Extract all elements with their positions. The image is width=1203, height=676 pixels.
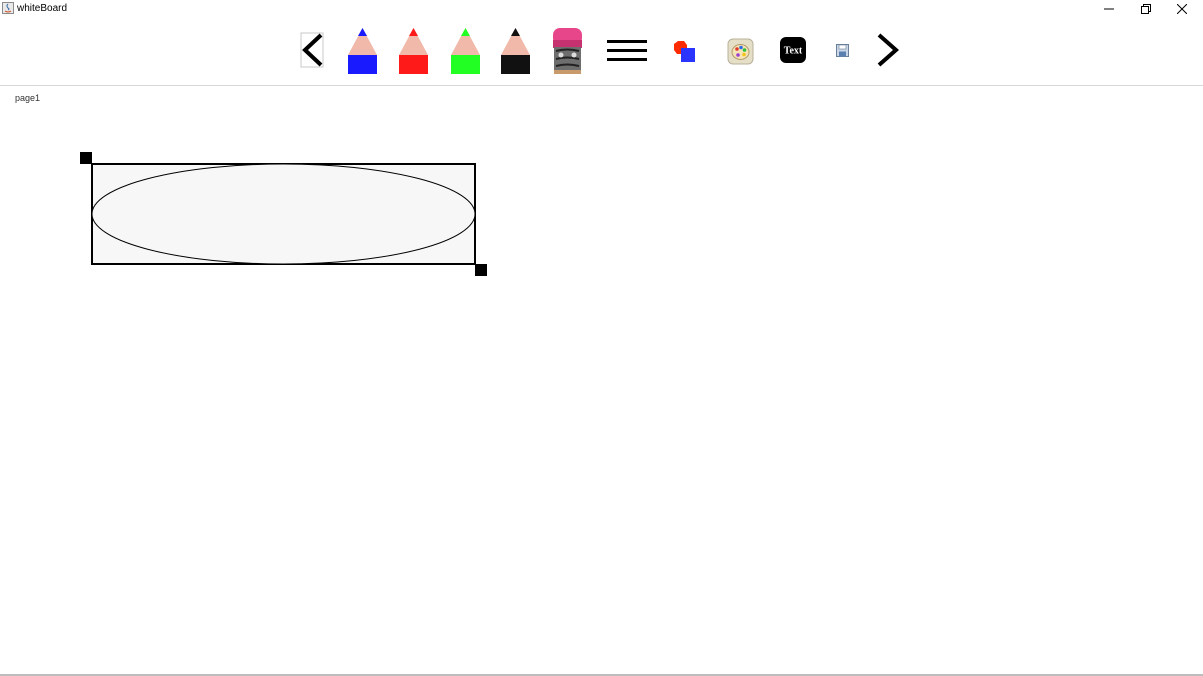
previous-page-button[interactable] [300,32,326,68]
close-icon [1177,4,1187,14]
palette-icon [727,38,754,65]
line-width-button[interactable] [606,39,648,63]
chevron-left-icon [302,33,323,67]
blue-pencil-button[interactable] [347,26,378,75]
restore-icon [1141,4,1151,14]
pencil-icon [348,28,377,74]
pencil-icon [399,28,428,74]
pencil-icon [501,28,530,74]
text-tool-button[interactable]: Text [779,36,807,64]
eraser-button[interactable] [551,26,584,76]
black-pencil-button[interactable] [500,26,531,75]
drawing-canvas[interactable]: page1 [0,86,1203,674]
canvas-drawing-layer [80,152,487,276]
restore-button[interactable] [1128,0,1164,18]
whiteboard-window: whiteBoard Text page1 [0,0,1203,676]
save-button[interactable] [836,44,850,58]
green-pencil-button[interactable] [450,26,481,75]
minimize-button[interactable] [1091,0,1127,18]
red-pencil-button[interactable] [398,26,429,75]
minimize-icon [1104,8,1114,10]
ellipse-shape[interactable] [91,163,476,265]
color-palette-button[interactable] [727,38,754,65]
shapes-button[interactable] [671,39,699,65]
text-tool-label: Text [784,46,803,57]
close-button[interactable] [1164,0,1200,18]
floppy-disk-icon [836,44,849,57]
lines-icon [607,40,647,61]
pencil-icon [451,28,480,74]
eraser-icon [553,28,582,74]
title-bar: whiteBoard [0,0,1203,18]
toolbar: Text [0,18,1203,85]
text-icon: Text [780,37,806,63]
resize-handle-top-left[interactable] [80,152,92,164]
resize-handle-bottom-right[interactable] [475,264,487,276]
window-title: whiteBoard [17,3,68,14]
chevron-right-icon [877,33,900,67]
java-app-icon [2,2,14,14]
shapes-icon [674,41,695,62]
next-page-button[interactable] [875,32,901,68]
